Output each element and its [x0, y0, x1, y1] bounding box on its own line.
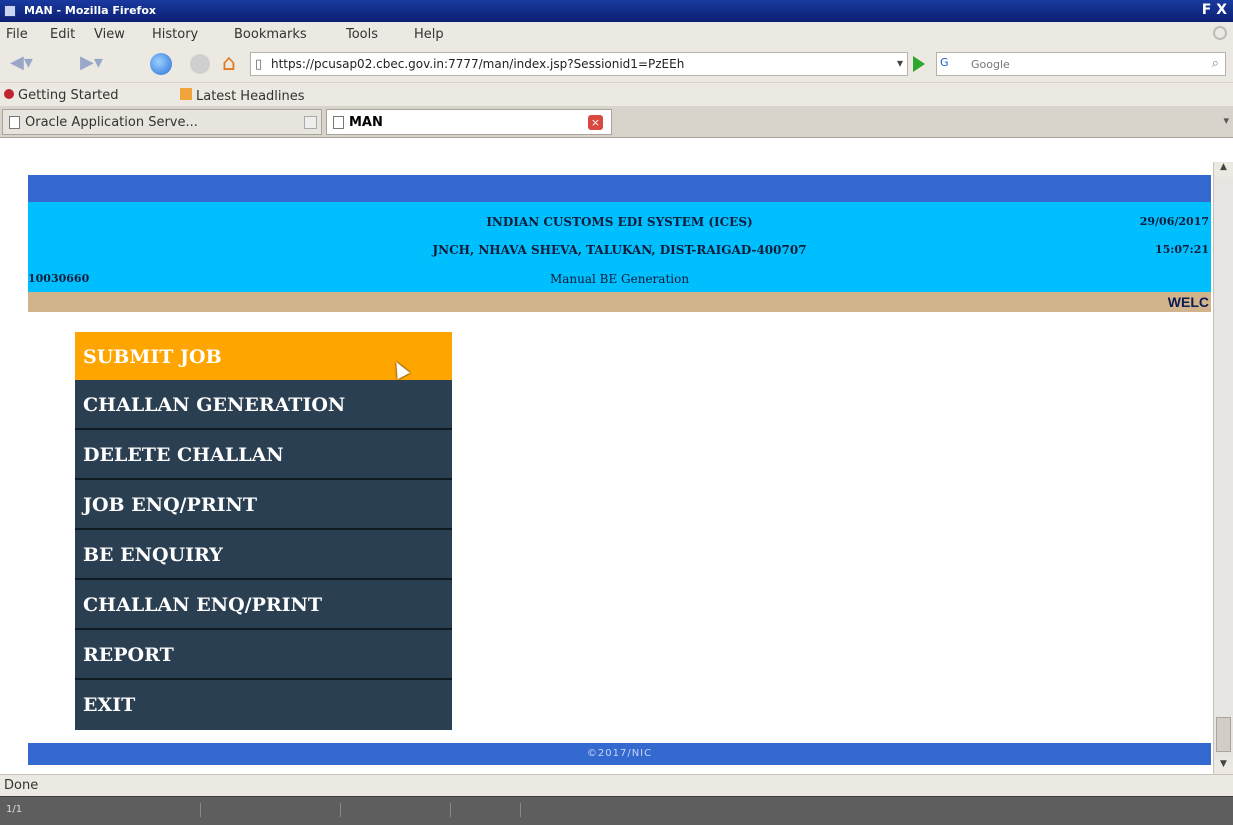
menu-help[interactable]: Help — [414, 27, 444, 42]
page-content: INDIAN CUSTOMS EDI SYSTEM (ICES) JNCH, N… — [28, 175, 1211, 765]
location-title: JNCH, NHAVA SHEVA, TALUKAN, DIST-RAIGAD-… — [432, 243, 807, 257]
taskbar: 1/1 — [0, 796, 1233, 825]
menu-bar: File Edit View History Bookmarks Tools H… — [0, 22, 1233, 46]
window-title: MAN - Mozilla Firefox — [24, 4, 156, 17]
tab-list-icon[interactable]: ▾ — [1223, 114, 1229, 127]
menu-job-enq-print[interactable]: JOB ENQ/PRINT — [75, 480, 452, 530]
menu-exit[interactable]: EXIT — [75, 680, 452, 730]
rss-icon — [180, 88, 192, 100]
taskbar-separator — [200, 803, 201, 817]
header-date: 29/06/2017 — [1139, 215, 1209, 228]
tab-strip: Oracle Application Serve... MAN × ▾ — [0, 106, 1233, 138]
search-input[interactable] — [971, 55, 1191, 73]
taskbar-separator — [450, 803, 451, 817]
url-bar[interactable]: ▯ https://pcusap02.cbec.gov.in:7777/man/… — [250, 52, 908, 76]
url-dropdown-icon[interactable]: ▾ — [897, 56, 903, 70]
menu-challan-generation[interactable]: CHALLAN GENERATION — [75, 380, 452, 430]
page-icon — [333, 116, 344, 129]
page-icon: ▯ — [255, 57, 263, 72]
workspace-indicator[interactable]: 1/1 — [6, 804, 22, 815]
scrollbar-thumb[interactable] — [1216, 717, 1231, 752]
menu-challan-enq-print[interactable]: CHALLAN ENQ/PRINT — [75, 580, 452, 630]
close-tab-icon[interactable]: × — [588, 115, 603, 130]
system-title: INDIAN CUSTOMS EDI SYSTEM (ICES) — [486, 215, 753, 229]
menu-history[interactable]: History — [152, 27, 198, 42]
go-icon[interactable] — [913, 56, 925, 72]
bookmark-label: Latest Headlines — [196, 89, 305, 104]
user-id: 10030660 — [28, 272, 90, 285]
menu-be-enquiry[interactable]: BE ENQUIRY — [75, 530, 452, 580]
taskbar-separator — [340, 803, 341, 817]
navigation-toolbar: ◀▾ ▶▾ ⌂ ▯ https://pcusap02.cbec.gov.in:7… — [0, 46, 1233, 82]
main-menu: SUBMIT JOB CHALLAN GENERATION DELETE CHA… — [75, 332, 452, 730]
close-tab-icon[interactable] — [304, 116, 317, 129]
home-icon[interactable]: ⌂ — [222, 51, 236, 76]
search-box[interactable]: G ⌕ — [936, 52, 1226, 76]
window-menu-icon[interactable] — [4, 5, 16, 17]
url-text[interactable]: https://pcusap02.cbec.gov.in:7777/man/in… — [271, 57, 871, 71]
tab-man[interactable]: MAN × — [326, 109, 612, 135]
menu-file[interactable]: File — [6, 27, 28, 42]
tab-label: MAN — [349, 115, 383, 130]
taskbar-separator — [520, 803, 521, 817]
search-icon[interactable]: ⌕ — [1212, 56, 1219, 71]
page-title: Manual BE Generation — [549, 272, 690, 286]
bookmark-label: Getting Started — [18, 88, 119, 103]
throbber-icon — [1213, 26, 1227, 40]
scroll-up-icon[interactable]: ▲ — [1214, 162, 1233, 177]
bookmark-getting-started[interactable]: Getting Started — [4, 88, 119, 103]
menu-delete-challan[interactable]: DELETE CHALLAN — [75, 430, 452, 480]
bookmarks-toolbar: Getting Started Latest Headlines — [0, 82, 1233, 106]
menu-edit[interactable]: Edit — [50, 27, 75, 42]
header-time: 15:07:21 — [1154, 243, 1209, 256]
menu-bookmarks[interactable]: Bookmarks — [234, 27, 307, 42]
page-footer: ©2017/NIC — [28, 743, 1211, 765]
top-band — [28, 175, 1211, 202]
vertical-scrollbar[interactable]: ▲ ▼ — [1213, 162, 1233, 774]
welcome-text: WELC — [1167, 294, 1209, 310]
tab-label: Oracle Application Serve... — [25, 115, 198, 130]
forward-icon[interactable]: ▶▾ — [80, 52, 103, 76]
status-bar: Done — [0, 774, 1233, 796]
window-controls[interactable]: F X — [1202, 2, 1227, 18]
bookmark-latest-headlines[interactable]: Latest Headlines — [180, 88, 305, 104]
window-title-bar: MAN - Mozilla Firefox F X — [0, 0, 1233, 22]
status-text: Done — [4, 778, 39, 793]
back-icon[interactable]: ◀▾ — [10, 52, 33, 76]
menu-tools[interactable]: Tools — [346, 27, 378, 42]
stop-icon[interactable] — [190, 54, 210, 74]
scroll-down-icon[interactable]: ▼ — [1214, 759, 1233, 774]
firefox-icon — [4, 89, 14, 99]
tab-oracle[interactable]: Oracle Application Serve... — [2, 109, 322, 135]
page-icon — [9, 116, 20, 129]
search-engine-icon[interactable]: G — [940, 56, 966, 72]
welcome-band: WELC — [28, 292, 1211, 312]
menu-view[interactable]: View — [94, 27, 125, 42]
reload-icon[interactable] — [150, 53, 172, 75]
menu-report[interactable]: REPORT — [75, 630, 452, 680]
page-header: INDIAN CUSTOMS EDI SYSTEM (ICES) JNCH, N… — [28, 202, 1211, 292]
